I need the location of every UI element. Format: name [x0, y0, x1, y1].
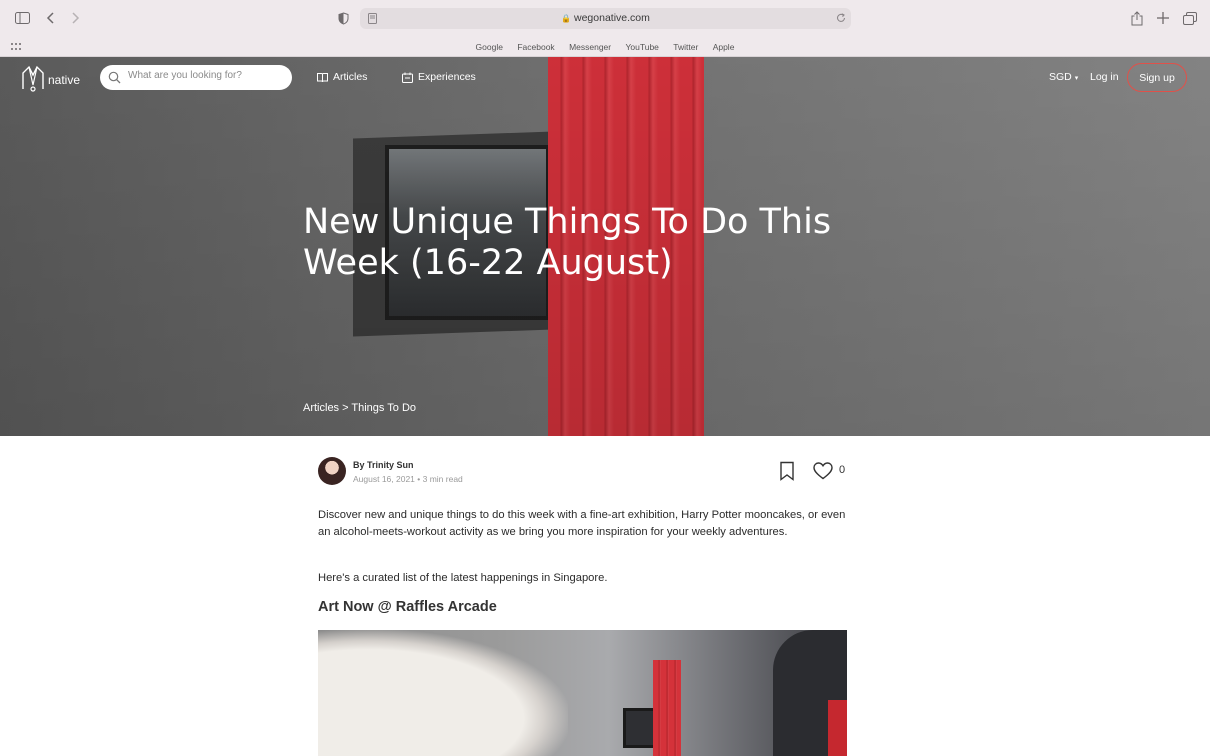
nav-experiences-label: Experiences: [418, 71, 476, 83]
image-foreground-hair: [318, 630, 568, 756]
privacy-shield-icon[interactable]: [337, 11, 350, 25]
search-icon: [108, 71, 121, 84]
lock-icon: 🔒: [561, 14, 572, 23]
article-intro: Discover new and unique things to do thi…: [318, 509, 846, 538]
share-icon[interactable]: [1130, 10, 1144, 26]
book-icon: [317, 72, 328, 82]
bookmark-icon[interactable]: [779, 461, 795, 481]
signup-button[interactable]: Sign up: [1127, 63, 1187, 92]
nav-experiences[interactable]: Experiences: [402, 71, 476, 83]
article-meta: August 16, 2021 • 3 min read: [353, 474, 463, 484]
favorite-youtube[interactable]: YouTube: [626, 42, 659, 52]
site-logo[interactable]: native: [20, 63, 82, 93]
url-label: wegonative.com: [574, 12, 650, 24]
currency-label: SGD: [1049, 71, 1072, 83]
currency-selector[interactable]: SGD ▾: [1049, 71, 1078, 83]
tab-overview-icon[interactable]: [1182, 11, 1197, 25]
address-bar[interactable]: 🔒 wegonative.com: [360, 8, 851, 29]
image-artwork-frame: [623, 708, 656, 748]
logo-text: native: [48, 73, 81, 87]
favorite-google[interactable]: Google: [476, 42, 503, 52]
back-icon[interactable]: [44, 11, 56, 25]
author-name[interactable]: By Trinity Sun: [353, 460, 414, 470]
favorites-links: Google Facebook Messenger YouTube Twitte…: [0, 42, 1210, 52]
native-logo-icon: [22, 65, 44, 92]
like-count: 0: [839, 464, 846, 476]
ticket-icon: [402, 72, 413, 83]
browser-toolbar: 🔒 wegonative.com: [0, 0, 1210, 37]
favorite-apple[interactable]: Apple: [713, 42, 735, 52]
breadcrumb[interactable]: Articles > Things To Do: [303, 402, 416, 414]
image-red-sculpture: [653, 660, 681, 756]
sidebar-toggle-icon[interactable]: [14, 11, 30, 25]
site-search[interactable]: [100, 65, 292, 90]
favorite-twitter[interactable]: Twitter: [673, 42, 698, 52]
forward-icon[interactable]: [70, 11, 82, 25]
author-avatar[interactable]: [318, 457, 346, 485]
url-text: 🔒 wegonative.com: [360, 12, 851, 24]
nav-articles[interactable]: Articles: [317, 71, 367, 83]
favorite-messenger[interactable]: Messenger: [569, 42, 611, 52]
search-input[interactable]: [128, 70, 283, 81]
heart-icon[interactable]: [813, 462, 833, 480]
favorite-facebook[interactable]: Facebook: [517, 42, 554, 52]
new-tab-icon[interactable]: [1156, 11, 1170, 25]
image-red-panel: [828, 700, 847, 756]
article-title: New Unique Things To Do This Week (16-22…: [303, 202, 832, 283]
article-image: [318, 630, 847, 756]
caret-down-icon: ▾: [1074, 75, 1079, 82]
reload-icon[interactable]: [835, 12, 847, 24]
section-heading: Art Now @ Raffles Arcade: [318, 599, 497, 615]
article-curated-text: Here's a curated list of the latest happ…: [318, 572, 608, 584]
nav-articles-label: Articles: [333, 71, 368, 83]
login-link[interactable]: Log in: [1090, 71, 1119, 83]
